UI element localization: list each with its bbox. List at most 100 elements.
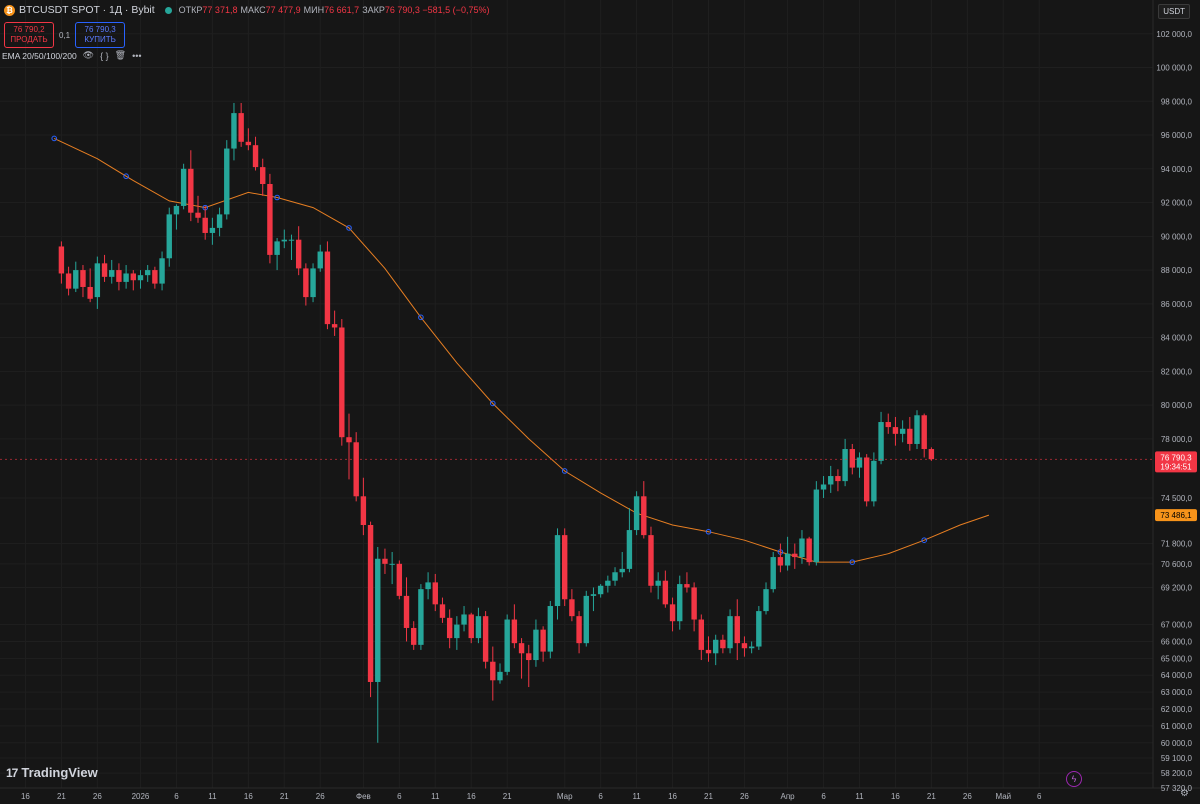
candle-body [73, 270, 79, 289]
price-tick-label: 86 000,0 [1161, 300, 1193, 309]
tradingview-logo: 17 TradingView [6, 765, 98, 780]
candle-body [892, 427, 899, 434]
candle-body [756, 611, 762, 647]
time-tick-label: Фев [356, 792, 371, 801]
indicator-label[interactable]: EMA 20/50/100/200 [2, 51, 77, 61]
candle-body [734, 616, 740, 644]
candle-body [727, 616, 733, 649]
candle-body [216, 214, 223, 228]
price-tick-label: 98 000,0 [1161, 97, 1193, 106]
price-tick-label: 64 000,0 [1161, 671, 1193, 680]
low-label: МИН [303, 5, 325, 15]
high-value: 77 477,9 [265, 5, 301, 15]
source-code-icon[interactable]: { } [100, 51, 109, 61]
price-tick-label: 59 100,0 [1161, 754, 1193, 763]
time-tick-label: 16 [668, 792, 677, 801]
candle-body [641, 496, 647, 536]
candle-body [137, 275, 144, 281]
candle-body [899, 428, 906, 434]
candle-body [777, 557, 784, 566]
price-tick-label: 96 000,0 [1161, 131, 1193, 140]
order-quantity[interactable]: 0,1 [59, 31, 70, 40]
candle-body [698, 619, 705, 650]
candle-body [662, 580, 669, 605]
candle-body [576, 616, 582, 644]
lightning-icon[interactable]: ϟ [1066, 771, 1082, 787]
candle-body [490, 661, 496, 681]
candle-body [806, 538, 812, 563]
symbol-title[interactable]: BTCUSDT SPOT · 1Д · Bybit [19, 4, 155, 16]
candle-body [144, 270, 151, 276]
candle-body [540, 629, 546, 652]
candle-body [720, 639, 726, 649]
currency-selector[interactable]: USDT [1158, 4, 1190, 19]
time-tick-label: 6 [1037, 792, 1042, 801]
candle-body [195, 212, 201, 218]
gear-icon[interactable]: ⚙ [1180, 788, 1189, 799]
candle-body [511, 619, 518, 644]
candle-body [389, 563, 395, 565]
price-tick-label: 88 000,0 [1161, 266, 1193, 275]
sell-button[interactable]: 76 790,2 ПРОДАТЬ [4, 22, 54, 48]
price-tick-label: 94 000,0 [1161, 165, 1193, 174]
last-price-label: 76 790,3 [1160, 453, 1192, 462]
price-tick-label: 65 000,0 [1161, 654, 1193, 663]
price-tick-label: 62 000,0 [1161, 705, 1193, 714]
candle-body [267, 184, 273, 255]
low-value: 76 661,7 [324, 5, 360, 15]
candle-body [324, 251, 331, 325]
candle-body [828, 476, 834, 485]
candle-body [94, 263, 101, 298]
candle-body [87, 286, 93, 299]
candle-body [928, 449, 935, 460]
sell-label: ПРОДАТЬ [10, 35, 48, 44]
more-icon[interactable]: ••• [132, 51, 141, 61]
time-tick-label: 11 [208, 792, 217, 801]
eye-icon[interactable]: 👁 [83, 50, 94, 61]
candle-body [152, 270, 158, 284]
candle-body [526, 653, 532, 661]
chart-header: ₿ BTCUSDT SPOT · 1Д · Bybit ОТКР 77 371,8… [0, 0, 1150, 20]
trash-icon[interactable]: 🗑 [115, 50, 126, 61]
time-tick-label: 16 [244, 792, 253, 801]
time-tick-label: 16 [21, 792, 30, 801]
candle-body [346, 437, 352, 443]
candle-body [288, 239, 295, 241]
candle-body [439, 604, 446, 618]
candle-body [691, 587, 697, 620]
candle-body [418, 589, 424, 645]
price-tick-label: 66 000,0 [1161, 637, 1193, 646]
candle-body [360, 496, 367, 525]
indicator-legend: EMA 20/50/100/200 👁 { } 🗑 ••• [2, 50, 142, 61]
candle-body [504, 619, 510, 672]
candle-body [274, 241, 280, 255]
price-tick-label: 90 000,0 [1161, 232, 1193, 241]
candle-body [446, 617, 453, 639]
trade-panel: 76 790,2 ПРОДАТЬ 0,1 76 790,3 КУПИТЬ [4, 22, 126, 48]
candle-body [619, 568, 625, 573]
candle-body [871, 460, 877, 502]
candle-body [497, 671, 503, 681]
candle-body [396, 563, 403, 596]
time-tick-label: 2026 [132, 792, 150, 801]
time-axis: 16 21 26 2026 6 11 16 21 26 Фев 6 11 16 21 Мар 6 11 16 21 2… [21, 792, 1042, 801]
candle-body [849, 449, 855, 468]
time-tick-label: 21 [704, 792, 713, 801]
price-tick-label: 61 000,0 [1161, 722, 1193, 731]
time-tick-label: 21 [57, 792, 66, 801]
candle-body [202, 217, 208, 233]
buy-button[interactable]: 76 790,3 КУПИТЬ [75, 22, 126, 48]
time-tick-label: 26 [740, 792, 749, 801]
candle-body [339, 327, 345, 438]
price-chart[interactable]: 102 000,0 100 000,0 98 000,0 96 000,0 94 000… [0, 0, 1200, 804]
tradingview-wordmark: TradingView [21, 765, 98, 780]
candle-body [907, 428, 913, 444]
time-tick-label: 26 [316, 792, 325, 801]
tradingview-mark-icon: 17 [6, 765, 18, 780]
candle-body [669, 604, 676, 622]
chart-grid [0, 0, 1153, 789]
candle-body [238, 113, 244, 142]
price-axis: 102 000,0 100 000,0 98 000,0 96 000,0 94 000… [1156, 30, 1192, 793]
candle-body [792, 553, 798, 558]
candle-body [245, 141, 252, 146]
